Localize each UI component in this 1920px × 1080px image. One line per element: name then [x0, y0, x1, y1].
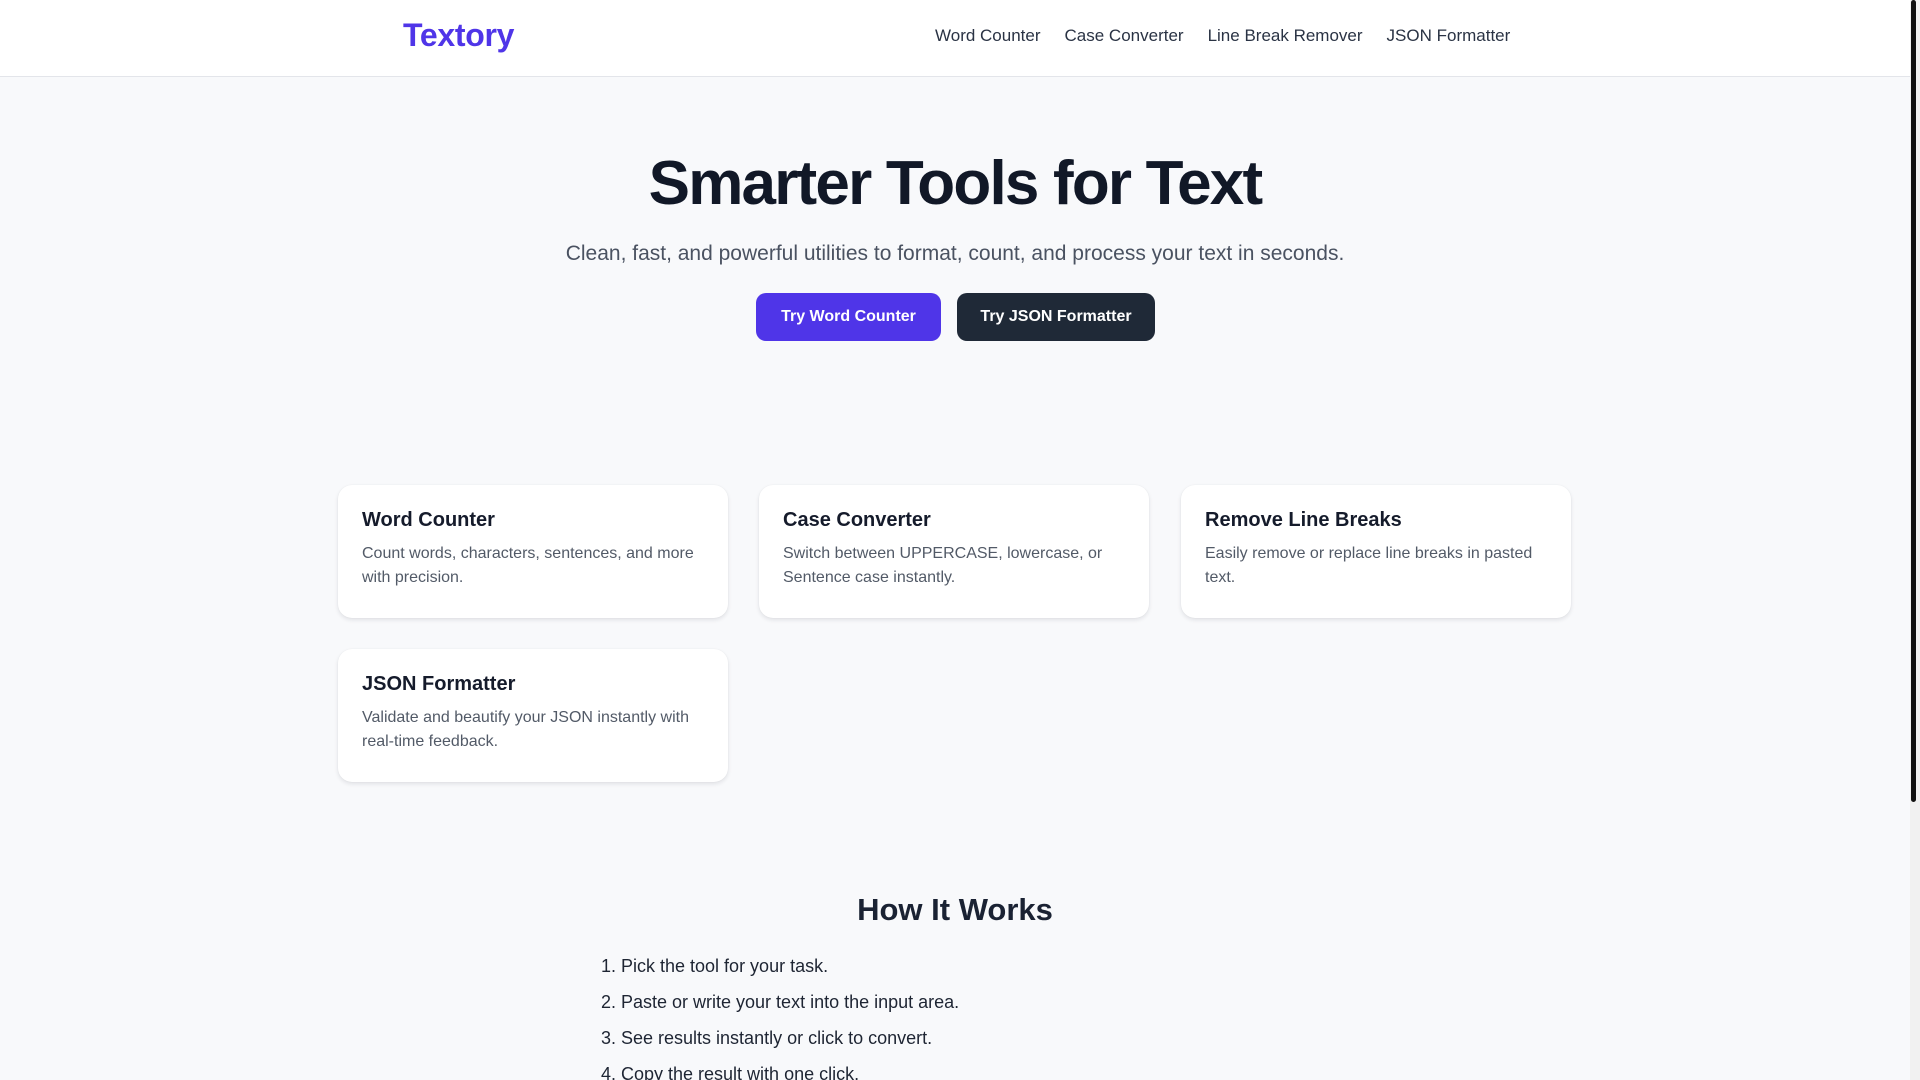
step-number: 2.: [600, 992, 616, 1012]
page: Textory Word Counter Case Converter Line…: [0, 0, 1910, 1080]
card-title: Word Counter: [362, 509, 495, 531]
main-nav: Word Counter Case Converter Line Break R…: [935, 26, 1510, 46]
hero-title: Smarter Tools for Text: [648, 149, 1263, 218]
step-text: Pick the tool for your task.: [621, 956, 829, 976]
nav-word-counter[interactable]: Word Counter: [935, 26, 1041, 46]
list-item: 4. Copy the result with one click.: [592, 1062, 959, 1080]
tool-card-case-converter[interactable]: Case Converter Switch between UPPERCASE,…: [759, 485, 1149, 618]
card-description: Switch between UPPERCASE, lowercase, or …: [783, 545, 1103, 586]
try-word-counter-button[interactable]: Try Word Counter: [756, 293, 941, 341]
tool-card-remove-line-breaks[interactable]: Remove Line Breaks Easily remove or repl…: [1181, 485, 1571, 618]
step-text: See results instantly or click to conver…: [621, 1028, 933, 1048]
list-item: 2. Paste or write your text into the inpu…: [592, 990, 959, 1026]
card-description: Easily remove or replace line breaks in …: [1205, 545, 1533, 586]
card-description: Validate and beautify your JSON instantl…: [362, 709, 689, 750]
tool-card-word-counter[interactable]: Word Counter Count words, characters, se…: [338, 485, 728, 618]
hero-subtitle: Clean, fast, and powerful utilities to f…: [565, 242, 1345, 265]
list-item: 3. See results instantly or click to conv…: [592, 1026, 959, 1062]
step-number: 4.: [600, 1064, 616, 1080]
brand-logo[interactable]: Textory: [403, 17, 514, 54]
card-description: Count words, characters, sentences, and …: [362, 545, 694, 586]
how-it-works-title: How It Works: [857, 892, 1053, 927]
step-text: Copy the result with one click.: [621, 1064, 860, 1080]
list-item: 1. Pick the tool for your task.: [592, 954, 959, 990]
nav-case-converter[interactable]: Case Converter: [1065, 26, 1184, 46]
scrollbar-thumb[interactable]: [1911, 0, 1916, 802]
card-title: JSON Formatter: [362, 673, 516, 695]
nav-json-formatter[interactable]: JSON Formatter: [1387, 26, 1511, 46]
card-title: Remove Line Breaks: [1205, 509, 1402, 531]
step-text: Paste or write your text into the input …: [621, 992, 960, 1012]
step-number: 1.: [600, 956, 616, 976]
step-number: 3.: [600, 1028, 616, 1048]
site-header: Textory Word Counter Case Converter Line…: [0, 0, 1910, 77]
how-it-works-steps: 1. Pick the tool for your task. 2. Paste o…: [592, 954, 959, 1080]
try-json-formatter-button[interactable]: Try JSON Formatter: [957, 293, 1155, 341]
nav-line-break-remover[interactable]: Line Break Remover: [1208, 26, 1363, 46]
tool-card-json-formatter[interactable]: JSON Formatter Validate and beautify you…: [338, 649, 728, 782]
card-title: Case Converter: [783, 509, 931, 531]
